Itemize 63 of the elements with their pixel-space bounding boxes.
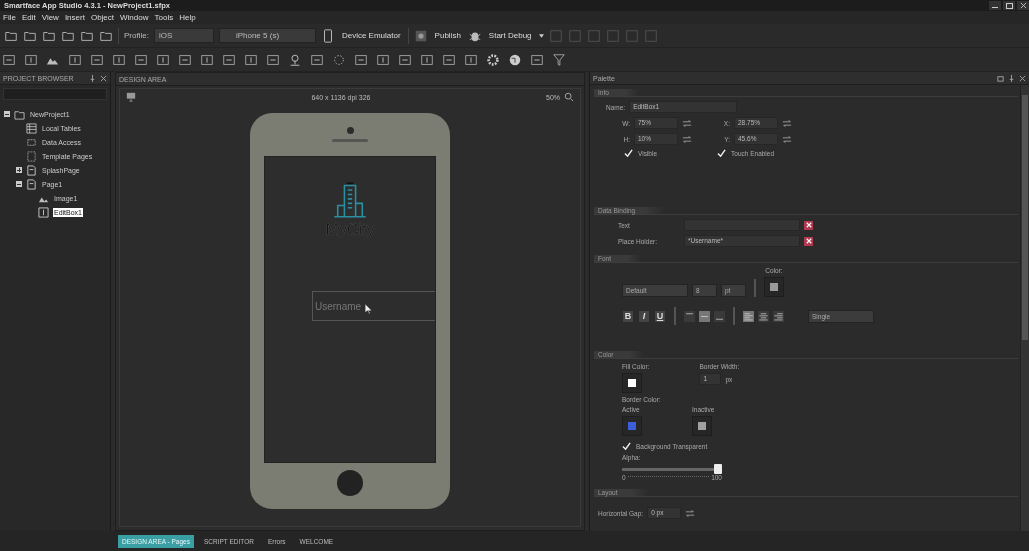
checkbox[interactable]: [624, 149, 633, 158]
scrollbar[interactable]: [1020, 85, 1029, 531]
device-emulator-button[interactable]: Device Emulator: [339, 29, 403, 42]
close-button[interactable]: [1017, 1, 1029, 10]
publish-icon: [413, 28, 428, 43]
profile-dropdown[interactable]: iOS: [153, 28, 214, 43]
checkbox[interactable]: [717, 149, 727, 158]
checkbox[interactable]: [622, 442, 631, 451]
color-swatch[interactable]: [622, 416, 642, 436]
close-icon[interactable]: [1019, 74, 1026, 82]
swap-icon[interactable]: [682, 134, 692, 144]
vertical-align-icon[interactable]: [714, 310, 725, 322]
color-swatch[interactable]: [764, 277, 784, 297]
speaker-slot: [332, 139, 368, 142]
maximize-button[interactable]: [1003, 1, 1015, 10]
vertical-align-icon[interactable]: [699, 310, 710, 322]
swap-icon[interactable]: [682, 118, 692, 128]
loading-icon[interactable]: [332, 52, 346, 67]
restore-icon[interactable]: [997, 74, 1004, 82]
buildings-icon: [333, 181, 367, 219]
camera-dot: [346, 127, 354, 134]
template-icon: [26, 150, 37, 162]
text-style-button[interactable]: B: [622, 309, 634, 323]
expand-toggle[interactable]: [16, 181, 22, 187]
text-style-button[interactable]: U: [654, 309, 666, 323]
gear-icon[interactable]: [486, 52, 500, 67]
horizontal-align-icon[interactable]: [758, 310, 769, 322]
text-style-button[interactable]: I: [638, 309, 650, 323]
horizontal-align-icon[interactable]: [743, 310, 754, 322]
swap-icon[interactable]: [782, 134, 792, 144]
close-icon[interactable]: [100, 74, 107, 82]
device-dropdown[interactable]: iPhone 5 (s): [218, 28, 316, 43]
menu-item[interactable]: Help: [179, 13, 196, 22]
menu-item[interactable]: Insert: [64, 13, 85, 22]
menu-item[interactable]: File: [3, 13, 16, 22]
pin-icon[interactable]: [89, 74, 96, 82]
menu-item[interactable]: Object: [90, 13, 115, 22]
menu-item[interactable]: Window: [120, 13, 149, 22]
profile-label: Profile:: [124, 31, 149, 40]
minimize-button[interactable]: [989, 1, 1001, 10]
swap-icon[interactable]: [782, 118, 792, 128]
menu-item[interactable]: Edit: [21, 13, 36, 22]
menu-item[interactable]: View: [41, 13, 59, 22]
publish-button[interactable]: Publish: [432, 29, 463, 42]
horizontal-align-icon[interactable]: [773, 310, 784, 322]
color-swatch[interactable]: [692, 416, 712, 436]
swap-icon[interactable]: [685, 508, 696, 518]
mouse-pointer-icon: [365, 304, 373, 314]
pin-icon[interactable]: [288, 52, 302, 67]
expand-toggle[interactable]: [16, 167, 22, 173]
globe-icon[interactable]: [508, 52, 522, 67]
expand-toggle[interactable]: [4, 111, 10, 117]
folder-icon: [14, 108, 25, 120]
clear-button[interactable]: [804, 220, 813, 230]
menu-item[interactable]: Tools: [154, 13, 174, 22]
pin-icon[interactable]: [1008, 74, 1015, 82]
start-debug-button[interactable]: Start Debug: [486, 29, 534, 42]
color-swatch[interactable]: [622, 373, 642, 393]
vertical-align-icon[interactable]: [684, 310, 695, 322]
monitor-icon[interactable]: [126, 92, 136, 102]
filter-icon[interactable]: [552, 52, 566, 67]
caret-icon[interactable]: [538, 33, 544, 38]
clear-button[interactable]: [804, 236, 813, 246]
